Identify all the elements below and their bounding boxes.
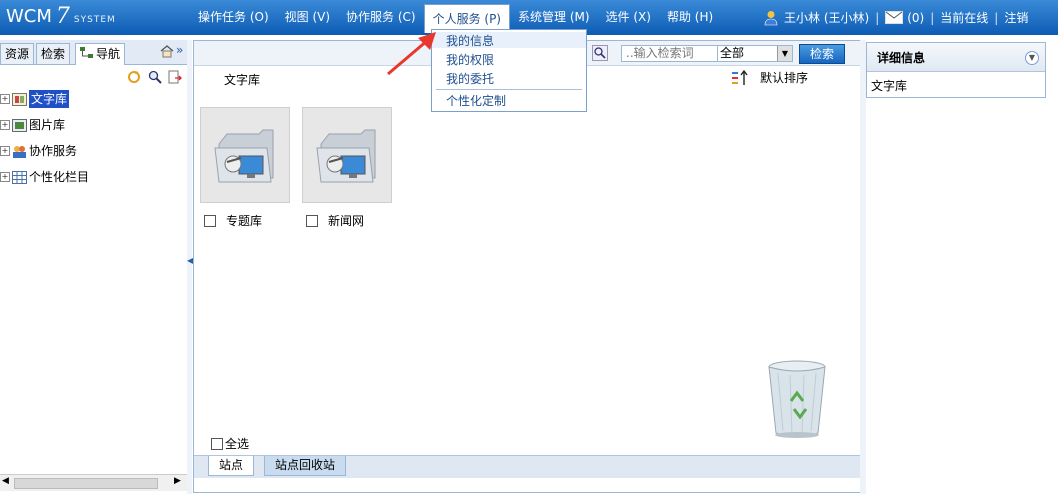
breadcrumb: 文字库 <box>224 73 261 87</box>
menu-view[interactable]: 视图 (V) <box>277 0 338 35</box>
menu-options[interactable]: 选件 (X) <box>598 0 659 35</box>
expand-toggle[interactable]: + <box>0 172 10 182</box>
sort-label: 默认排序 <box>760 71 809 85</box>
user-name[interactable]: 王小林 (王小林) <box>784 9 869 26</box>
menu-operation-tasks[interactable]: 操作任务 (O) <box>190 0 277 35</box>
refresh-icon[interactable] <box>127 70 141 84</box>
dropdown-divider <box>436 89 582 90</box>
tree-item-image-library[interactable]: + 图片库 <box>0 116 65 134</box>
site-label[interactable]: 新闻网 <box>328 212 364 229</box>
menu-item-my-info[interactable]: 我的信息 <box>446 32 494 49</box>
message-count[interactable]: (0) <box>907 11 924 25</box>
tree-item-personal-columns[interactable]: + 个性化栏目 <box>0 168 89 186</box>
expand-toggle[interactable]: + <box>0 146 10 156</box>
tab-search[interactable]: 检索 <box>36 43 71 64</box>
home-icon[interactable] <box>160 45 174 58</box>
mail-icon[interactable] <box>885 11 904 24</box>
site-thumbnail[interactable] <box>200 107 290 203</box>
separator: | <box>930 10 935 25</box>
tree-item-text-library[interactable]: + 文字库 <box>0 90 70 108</box>
expand-toggle[interactable]: + <box>0 94 10 104</box>
nav-tree-icon <box>80 47 93 58</box>
tab-navigation-label: 导航 <box>96 47 121 61</box>
site-folder-icon <box>316 129 376 183</box>
menu-item-my-permissions[interactable]: 我的权限 <box>446 51 494 68</box>
site-checkbox[interactable] <box>204 214 216 227</box>
recycle-bin-icon[interactable] <box>764 359 830 441</box>
chevron-down-icon[interactable]: ▼ <box>1025 51 1039 65</box>
tab-sites[interactable]: 站点 <box>208 456 255 476</box>
logo-sub: SYSTEM <box>73 15 116 25</box>
user-icon <box>764 10 778 25</box>
menu-help[interactable]: 帮助 (H) <box>659 0 721 35</box>
logo-version: 7 <box>55 4 70 29</box>
annotation-arrow-icon <box>387 32 436 76</box>
tree-item-label: 协作服务 <box>29 144 78 158</box>
library-icon <box>12 92 27 106</box>
people-icon <box>13 145 26 158</box>
scroll-right-icon[interactable]: ▶ <box>174 476 181 486</box>
magnifier-icon[interactable] <box>592 45 608 61</box>
site-label[interactable]: 专题库 <box>226 212 262 229</box>
site-folder-icon <box>214 129 274 183</box>
right-divider <box>860 40 866 494</box>
logout-link[interactable]: 注销 <box>1004 9 1028 26</box>
menu-item-personalization[interactable]: 个性化定制 <box>446 92 506 109</box>
image-library-icon <box>12 118 27 132</box>
site-item: 专题库 <box>204 212 262 229</box>
collapse-bar[interactable]: ◀ <box>187 40 193 494</box>
logo: WCM 7 SYSTEM <box>6 3 116 31</box>
search-button[interactable]: 检索 <box>799 44 845 64</box>
tree-item-label: 图片库 <box>29 118 66 132</box>
online-link[interactable]: 当前在线 <box>940 9 988 26</box>
chevron-down-icon[interactable]: ▼ <box>777 46 792 61</box>
left-panel: 资源 检索 导航 » + 文字库 + 图片库 + 协作服务 + 个性化栏目 ◀ … <box>0 40 188 494</box>
sort-control[interactable]: 默认排序 <box>732 69 808 86</box>
site-item: 新闻网 <box>306 212 364 229</box>
separator: | <box>875 10 880 25</box>
detail-value: 文字库 <box>871 79 908 93</box>
search-icon[interactable] <box>148 70 162 84</box>
site-checkbox[interactable] <box>306 214 318 227</box>
menu-item-my-delegation[interactable]: 我的委托 <box>446 70 494 87</box>
search-input[interactable]: ..输入检索词 <box>621 45 721 62</box>
site-thumbnail[interactable] <box>302 107 392 203</box>
tab-site-recycle-bin[interactable]: 站点回收站 <box>264 456 347 476</box>
scroll-left-icon[interactable]: ◀ <box>2 476 9 486</box>
bottom-tabs: 站点 站点回收站 <box>194 455 861 478</box>
tree-item-label: 文字库 <box>29 90 70 108</box>
expand-toggle[interactable]: + <box>0 120 10 130</box>
tree-item-collaboration[interactable]: + 协作服务 <box>0 142 77 160</box>
sort-icon <box>732 69 748 85</box>
search-scope-select[interactable]: 全部 ▼ <box>717 45 793 62</box>
scroll-thumb[interactable] <box>14 478 158 489</box>
user-bar: 王小林 (王小林) | (0) | 当前在线 | 注销 <box>764 0 1028 35</box>
left-tabs: 资源 检索 导航 » <box>0 40 187 65</box>
grid-icon <box>12 170 27 184</box>
tab-resources[interactable]: 资源 <box>0 43 35 64</box>
expand-right-icon[interactable]: » <box>176 43 183 57</box>
personal-service-dropdown: 我的信息 我的权限 我的委托 个性化定制 <box>431 29 587 112</box>
detail-panel: 详细信息 ▼ 文字库 <box>866 42 1046 98</box>
select-all-checkbox[interactable] <box>211 437 223 450</box>
tree-item-label: 个性化栏目 <box>29 170 90 184</box>
export-icon[interactable] <box>168 70 182 84</box>
select-all[interactable]: 全选 <box>211 435 249 452</box>
detail-header: 详细信息 ▼ <box>867 43 1045 72</box>
logo-text: WCM <box>6 6 52 27</box>
detail-title: 详细信息 <box>877 51 926 65</box>
separator: | <box>994 10 999 25</box>
select-all-label: 全选 <box>225 437 250 451</box>
horizontal-scrollbar[interactable]: ◀ ▶ <box>0 474 187 491</box>
search-scope-value: 全部 <box>720 46 745 60</box>
